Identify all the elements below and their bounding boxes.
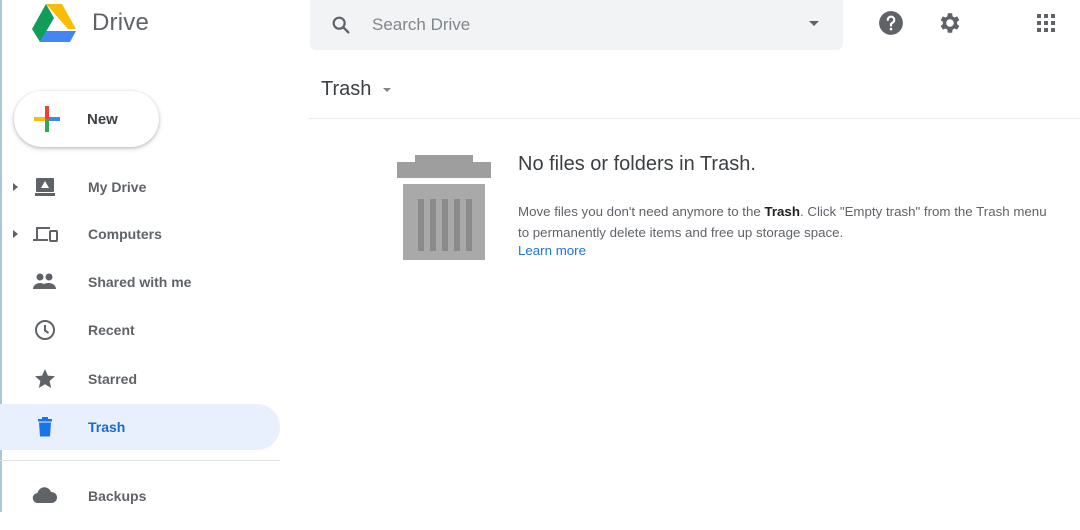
app-name: Drive <box>92 9 150 36</box>
expand-arrow-icon[interactable] <box>13 183 18 191</box>
sidebar-item-label: My Drive <box>88 179 147 195</box>
drive-logo[interactable]: Drive <box>30 2 149 44</box>
new-button-label: New <box>87 110 118 128</box>
google-drive-logo-icon <box>32 4 76 42</box>
people-icon <box>32 269 58 295</box>
clock-icon <box>32 317 58 343</box>
description-bold: Trash <box>764 204 800 219</box>
learn-more-link[interactable]: Learn more <box>518 243 586 258</box>
computers-icon <box>32 221 58 247</box>
sidebar-item-label: Backups <box>88 488 147 504</box>
page-title: Trash <box>321 78 372 100</box>
settings-gear-icon <box>940 13 960 33</box>
new-button[interactable]: New <box>14 91 159 147</box>
sidebar-item-label: Starred <box>88 371 138 387</box>
breadcrumb-trash-menu[interactable]: Trash <box>321 78 392 101</box>
sidebar-item-label: Shared with me <box>88 274 192 290</box>
sidebar-item-computers[interactable]: Computers <box>0 211 280 257</box>
empty-state-title: No files or folders in Trash. <box>518 153 756 175</box>
trash-icon <box>32 414 58 440</box>
description-text: Move files you don't need anymore to the <box>518 204 765 219</box>
apps-grid-icon <box>1037 14 1055 32</box>
sidebar-item-label: Trash <box>88 419 126 435</box>
search-input[interactable] <box>372 15 772 35</box>
sidebar-item-shared-with-me[interactable]: Shared with me <box>0 259 280 305</box>
arrow-drop-down-icon <box>383 87 392 92</box>
sidebar-item-label: Recent <box>88 322 135 338</box>
settings-button[interactable] <box>936 10 962 36</box>
star-icon <box>32 366 58 392</box>
expand-arrow-icon[interactable] <box>13 230 18 238</box>
my-drive-icon <box>32 174 58 200</box>
sidebar-item-recent[interactable]: Recent <box>0 307 280 353</box>
empty-state-description: Move files you don't need anymore to the… <box>518 201 1058 243</box>
sidebar-item-my-drive[interactable]: My Drive <box>0 164 280 210</box>
main-divider <box>308 118 1080 119</box>
help-icon <box>879 11 903 35</box>
plus-icon <box>34 106 60 132</box>
help-button[interactable] <box>878 10 904 36</box>
apps-button[interactable] <box>1033 10 1059 36</box>
trash-can-illustration <box>397 155 491 260</box>
sidebar-item-backups[interactable]: Backups <box>0 473 280 519</box>
search-options-dropdown-icon[interactable] <box>809 21 819 26</box>
search-bar[interactable] <box>310 0 843 50</box>
sidebar-item-label: Computers <box>88 226 162 242</box>
search-icon[interactable] <box>330 14 352 36</box>
cloud-icon <box>32 483 58 509</box>
sidebar-item-starred[interactable]: Starred <box>0 356 280 402</box>
sidebar-divider <box>0 460 280 461</box>
sidebar-item-trash[interactable]: Trash <box>0 404 280 450</box>
